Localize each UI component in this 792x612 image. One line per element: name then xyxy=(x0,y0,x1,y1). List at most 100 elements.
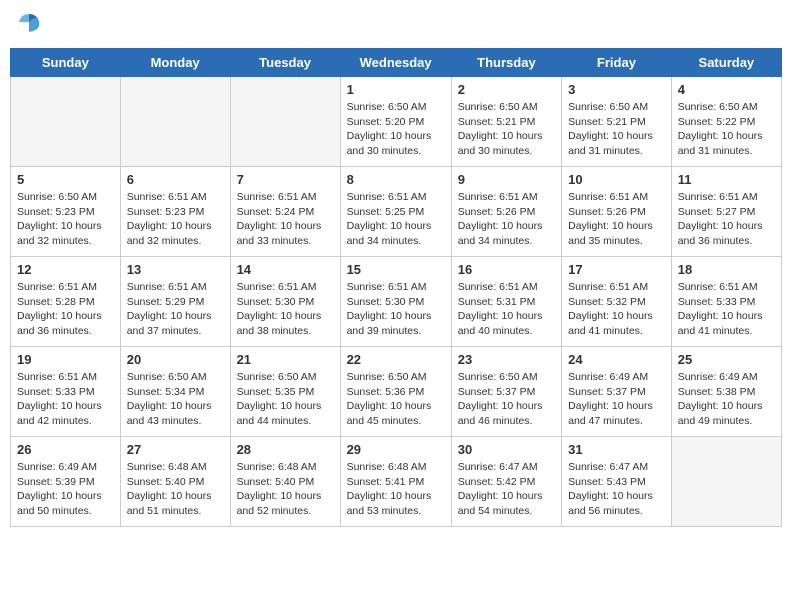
week-row-1: 1 Sunrise: 6:50 AM Sunset: 5:20 PM Daylig… xyxy=(11,77,782,167)
calendar-cell: 26 Sunrise: 6:49 AM Sunset: 5:39 PM Dayli… xyxy=(11,437,121,527)
day-header-friday: Friday xyxy=(562,49,672,77)
calendar-cell xyxy=(230,77,340,167)
day-number: 20 xyxy=(127,352,224,367)
day-number: 11 xyxy=(678,172,775,187)
day-header-thursday: Thursday xyxy=(451,49,561,77)
day-info: Sunrise: 6:50 AM Sunset: 5:23 PM Dayligh… xyxy=(17,190,114,249)
day-number: 14 xyxy=(237,262,334,277)
day-number: 1 xyxy=(347,82,445,97)
day-info: Sunrise: 6:50 AM Sunset: 5:21 PM Dayligh… xyxy=(458,100,555,159)
day-number: 19 xyxy=(17,352,114,367)
day-info: Sunrise: 6:51 AM Sunset: 5:33 PM Dayligh… xyxy=(678,280,775,339)
page-header xyxy=(10,10,782,38)
day-info: Sunrise: 6:51 AM Sunset: 5:30 PM Dayligh… xyxy=(237,280,334,339)
calendar-cell: 3 Sunrise: 6:50 AM Sunset: 5:21 PM Daylig… xyxy=(562,77,672,167)
week-row-4: 19 Sunrise: 6:51 AM Sunset: 5:33 PM Dayli… xyxy=(11,347,782,437)
calendar-cell: 10 Sunrise: 6:51 AM Sunset: 5:26 PM Dayli… xyxy=(562,167,672,257)
day-info: Sunrise: 6:51 AM Sunset: 5:29 PM Dayligh… xyxy=(127,280,224,339)
calendar-cell: 12Sunrise: 6:51 AM Sunset: 5:28 PM Dayli… xyxy=(11,257,121,347)
calendar-cell xyxy=(11,77,121,167)
calendar-cell: 7 Sunrise: 6:51 AM Sunset: 5:24 PM Daylig… xyxy=(230,167,340,257)
day-number: 16 xyxy=(458,262,555,277)
logo xyxy=(15,10,45,38)
day-number: 5 xyxy=(17,172,114,187)
day-number: 13 xyxy=(127,262,224,277)
day-info: Sunrise: 6:51 AM Sunset: 5:24 PM Dayligh… xyxy=(237,190,334,249)
day-number: 25 xyxy=(678,352,775,367)
day-info: Sunrise: 6:51 AM Sunset: 5:23 PM Dayligh… xyxy=(127,190,224,249)
day-number: 4 xyxy=(678,82,775,97)
calendar-cell: 21 Sunrise: 6:50 AM Sunset: 5:35 PM Dayli… xyxy=(230,347,340,437)
day-info: Sunrise: 6:47 AM Sunset: 5:42 PM Dayligh… xyxy=(458,460,555,519)
calendar-cell: 4 Sunrise: 6:50 AM Sunset: 5:22 PM Daylig… xyxy=(671,77,781,167)
calendar-cell: 27 Sunrise: 6:48 AM Sunset: 5:40 PM Dayli… xyxy=(120,437,230,527)
calendar-cell: 25 Sunrise: 6:49 AM Sunset: 5:38 PM Dayli… xyxy=(671,347,781,437)
day-number: 26 xyxy=(17,442,114,457)
day-info: Sunrise: 6:51 AM Sunset: 5:26 PM Dayligh… xyxy=(458,190,555,249)
calendar-cell: 5 Sunrise: 6:50 AM Sunset: 5:23 PM Daylig… xyxy=(11,167,121,257)
calendar-cell: 31Sunrise: 6:47 AM Sunset: 5:43 PM Dayli… xyxy=(562,437,672,527)
day-info: Sunrise: 6:51 AM Sunset: 5:33 PM Dayligh… xyxy=(17,370,114,429)
day-number: 2 xyxy=(458,82,555,97)
calendar-cell: 17 Sunrise: 6:51 AM Sunset: 5:32 PM Dayli… xyxy=(562,257,672,347)
calendar-cell: 6 Sunrise: 6:51 AM Sunset: 5:23 PM Daylig… xyxy=(120,167,230,257)
calendar-cell: 16 Sunrise: 6:51 AM Sunset: 5:31 PM Dayli… xyxy=(451,257,561,347)
day-number: 7 xyxy=(237,172,334,187)
calendar-cell: 29 Sunrise: 6:48 AM Sunset: 5:41 PM Dayli… xyxy=(340,437,451,527)
day-info: Sunrise: 6:49 AM Sunset: 5:39 PM Dayligh… xyxy=(17,460,114,519)
calendar-cell: 11Sunrise: 6:51 AM Sunset: 5:27 PM Dayli… xyxy=(671,167,781,257)
calendar-cell xyxy=(671,437,781,527)
day-header-wednesday: Wednesday xyxy=(340,49,451,77)
day-number: 6 xyxy=(127,172,224,187)
day-number: 10 xyxy=(568,172,665,187)
day-info: Sunrise: 6:50 AM Sunset: 5:22 PM Dayligh… xyxy=(678,100,775,159)
day-header-tuesday: Tuesday xyxy=(230,49,340,77)
day-number: 30 xyxy=(458,442,555,457)
day-info: Sunrise: 6:50 AM Sunset: 5:34 PM Dayligh… xyxy=(127,370,224,429)
day-number: 23 xyxy=(458,352,555,367)
days-of-week-row: SundayMondayTuesdayWednesdayThursdayFrid… xyxy=(11,49,782,77)
day-info: Sunrise: 6:48 AM Sunset: 5:41 PM Dayligh… xyxy=(347,460,445,519)
day-info: Sunrise: 6:51 AM Sunset: 5:28 PM Dayligh… xyxy=(17,280,114,339)
week-row-2: 5 Sunrise: 6:50 AM Sunset: 5:23 PM Daylig… xyxy=(11,167,782,257)
day-number: 21 xyxy=(237,352,334,367)
day-header-monday: Monday xyxy=(120,49,230,77)
calendar-cell xyxy=(120,77,230,167)
day-number: 31 xyxy=(568,442,665,457)
calendar-cell: 19 Sunrise: 6:51 AM Sunset: 5:33 PM Dayli… xyxy=(11,347,121,437)
day-info: Sunrise: 6:50 AM Sunset: 5:35 PM Dayligh… xyxy=(237,370,334,429)
day-number: 29 xyxy=(347,442,445,457)
day-info: Sunrise: 6:49 AM Sunset: 5:38 PM Dayligh… xyxy=(678,370,775,429)
day-number: 22 xyxy=(347,352,445,367)
day-info: Sunrise: 6:51 AM Sunset: 5:32 PM Dayligh… xyxy=(568,280,665,339)
day-header-saturday: Saturday xyxy=(671,49,781,77)
day-number: 24 xyxy=(568,352,665,367)
day-number: 3 xyxy=(568,82,665,97)
day-number: 28 xyxy=(237,442,334,457)
calendar-cell: 15 Sunrise: 6:51 AM Sunset: 5:30 PM Dayli… xyxy=(340,257,451,347)
day-info: Sunrise: 6:48 AM Sunset: 5:40 PM Dayligh… xyxy=(237,460,334,519)
day-info: Sunrise: 6:50 AM Sunset: 5:20 PM Dayligh… xyxy=(347,100,445,159)
day-info: Sunrise: 6:51 AM Sunset: 5:31 PM Dayligh… xyxy=(458,280,555,339)
day-number: 27 xyxy=(127,442,224,457)
day-info: Sunrise: 6:48 AM Sunset: 5:40 PM Dayligh… xyxy=(127,460,224,519)
week-row-5: 26 Sunrise: 6:49 AM Sunset: 5:39 PM Dayli… xyxy=(11,437,782,527)
day-info: Sunrise: 6:51 AM Sunset: 5:25 PM Dayligh… xyxy=(347,190,445,249)
week-row-3: 12Sunrise: 6:51 AM Sunset: 5:28 PM Dayli… xyxy=(11,257,782,347)
calendar-cell: 30 Sunrise: 6:47 AM Sunset: 5:42 PM Dayli… xyxy=(451,437,561,527)
calendar-cell: 24Sunrise: 6:49 AM Sunset: 5:37 PM Dayli… xyxy=(562,347,672,437)
calendar-cell: 8Sunrise: 6:51 AM Sunset: 5:25 PM Daylig… xyxy=(340,167,451,257)
day-number: 15 xyxy=(347,262,445,277)
calendar-cell: 13 Sunrise: 6:51 AM Sunset: 5:29 PM Dayli… xyxy=(120,257,230,347)
day-number: 18 xyxy=(678,262,775,277)
logo-icon xyxy=(15,10,43,38)
calendar-cell: 18 Sunrise: 6:51 AM Sunset: 5:33 PM Dayli… xyxy=(671,257,781,347)
day-info: Sunrise: 6:50 AM Sunset: 5:21 PM Dayligh… xyxy=(568,100,665,159)
day-number: 9 xyxy=(458,172,555,187)
day-info: Sunrise: 6:51 AM Sunset: 5:30 PM Dayligh… xyxy=(347,280,445,339)
calendar-cell: 23 Sunrise: 6:50 AM Sunset: 5:37 PM Dayli… xyxy=(451,347,561,437)
day-number: 17 xyxy=(568,262,665,277)
day-info: Sunrise: 6:51 AM Sunset: 5:26 PM Dayligh… xyxy=(568,190,665,249)
day-header-sunday: Sunday xyxy=(11,49,121,77)
day-info: Sunrise: 6:50 AM Sunset: 5:37 PM Dayligh… xyxy=(458,370,555,429)
